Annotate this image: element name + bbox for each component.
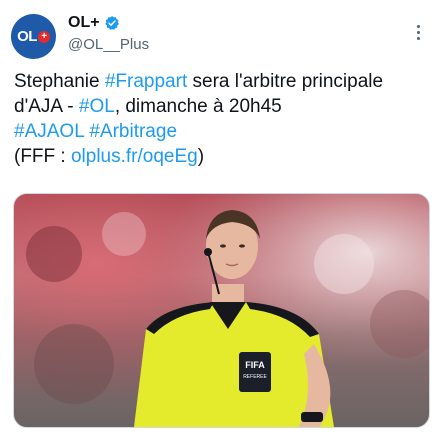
text-segment: d'AJA - [14,96,79,117]
avatar-text: OL [17,28,37,45]
avatar[interactable]: OL + [11,14,56,59]
hashtag-arbitrage[interactable]: #Arbitrage [89,121,177,142]
tweet-line-4: (FFF : olplus.fr/oqeEg) [14,144,430,169]
hashtag-ajaol[interactable]: #AJAOL [14,121,84,142]
text-segment: ) [197,146,205,167]
tweet-media-image[interactable]: FIFA REFEREE [13,193,430,428]
more-options-icon[interactable] [408,22,428,42]
tweet-line-2: d'AJA - #OL, dimanche à 20h45 [14,94,430,119]
display-name[interactable]: OL+ [68,14,100,32]
text-segment: sera l'arbitre principale [187,71,384,92]
referee-photo: FIFA REFEREE [14,194,429,427]
author-name-row[interactable]: OL+ [68,14,120,32]
tweet-line-1: Stephanie #Frappart sera l'arbitre princ… [14,69,430,94]
verified-badge-icon [104,16,119,30]
avatar-plus-mark: + [37,30,50,43]
tweet-line-3: #AJAOL #Arbitrage [14,119,430,144]
author-handle[interactable]: @OL__Plus [68,36,149,53]
badge-sub-text: REFEREE [243,374,267,380]
text-segment: , dimanche à 20h45 [114,96,282,117]
fifa-referee-badge [239,352,271,392]
text-segment: Stephanie [14,71,105,92]
hashtag-frappart[interactable]: #Frappart [105,71,187,92]
tweet-card[interactable]: OL + OL+ @OL__Plus Stephanie #Frappart se… [0,0,440,434]
hashtag-ol[interactable]: #OL [79,96,115,117]
badge-brand-text: FIFA [245,360,265,370]
tweet-text: Stephanie #Frappart sera l'arbitre princ… [14,69,430,169]
tweet-link[interactable]: olplus.fr/oqeEg [71,146,198,167]
text-segment: (FFF : [14,146,71,167]
